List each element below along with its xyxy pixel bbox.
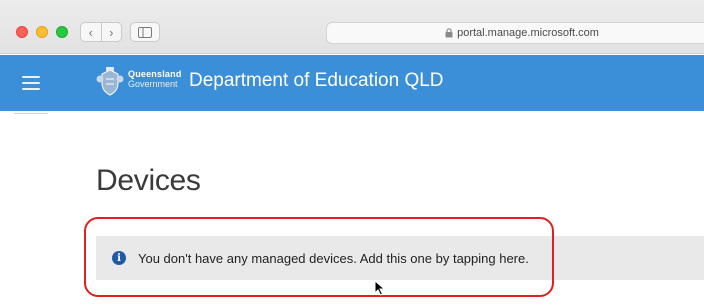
highlight-outline	[84, 217, 554, 297]
close-window-button[interactable]	[16, 26, 28, 38]
menu-icon[interactable]	[22, 76, 40, 90]
browser-toolbar: ‹ › portal.manage.microsoft.com	[0, 0, 704, 54]
zoom-window-button[interactable]	[56, 26, 68, 38]
address-bar[interactable]: portal.manage.microsoft.com	[326, 22, 704, 44]
history-nav: ‹ ›	[80, 22, 122, 42]
logo-line-1: Queensland	[128, 69, 182, 79]
queensland-crest-icon	[96, 67, 124, 96]
sidebar-icon	[138, 26, 152, 38]
logo-line-2: Government	[128, 79, 178, 89]
lock-icon	[445, 28, 453, 38]
organization-title: Department of Education QLD	[189, 70, 444, 91]
divider	[14, 113, 48, 114]
queensland-government-logo: Queensland Government	[128, 69, 182, 89]
back-button[interactable]: ‹	[81, 23, 101, 41]
mouse-pointer-icon	[374, 280, 386, 296]
page-title: Devices	[96, 164, 201, 197]
url-text: portal.manage.microsoft.com	[457, 27, 599, 39]
sidebar-toggle-button[interactable]	[130, 22, 160, 42]
minimize-window-button[interactable]	[36, 26, 48, 38]
forward-button[interactable]: ›	[100, 23, 122, 41]
